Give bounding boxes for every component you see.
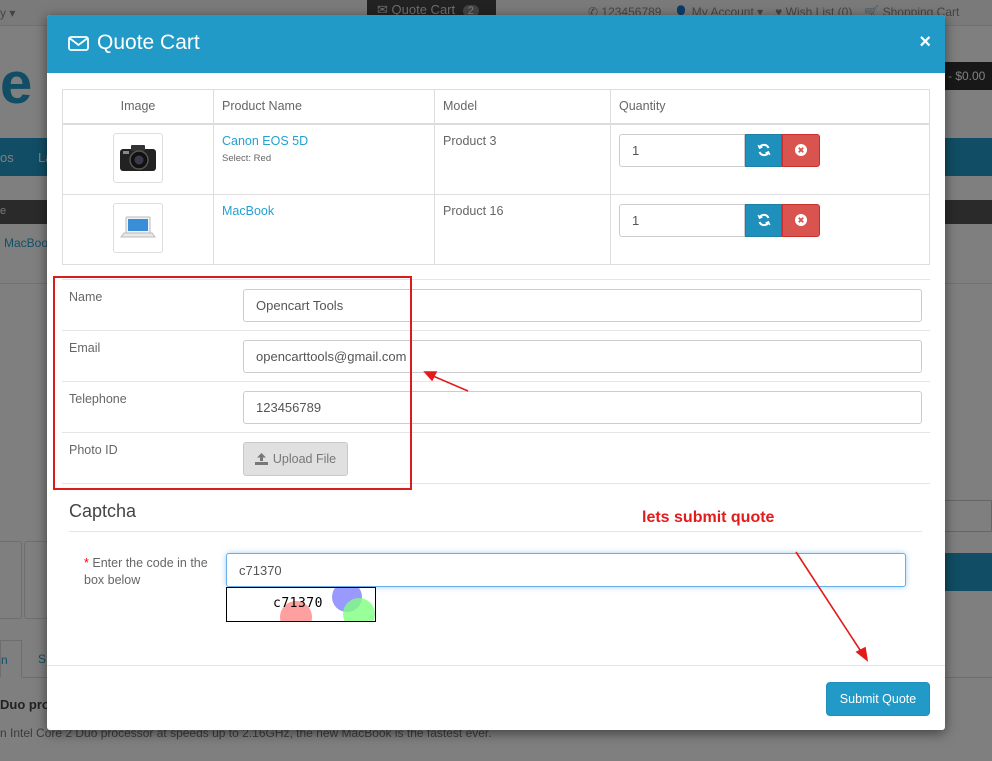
quote-cart-table: Image Product Name Model Quantity Canon … xyxy=(62,89,930,265)
quantity-cell: 1 xyxy=(610,193,930,265)
quantity-input[interactable]: 1 xyxy=(619,203,745,237)
quantity-group: 1 xyxy=(619,203,921,237)
product-link[interactable]: Canon EOS 5D xyxy=(222,134,308,148)
column-header-model: Model xyxy=(434,89,611,125)
column-header-quantity: Quantity xyxy=(610,89,930,125)
product-name-cell: MacBook xyxy=(213,193,435,265)
model-cell: Product 3 xyxy=(434,123,611,195)
remove-button[interactable] xyxy=(782,133,820,167)
close-button[interactable]: × xyxy=(919,32,931,52)
annotation-highlight-box xyxy=(53,276,412,490)
captcha-image: c71370 xyxy=(226,587,376,622)
product-image-cell xyxy=(62,123,214,195)
refresh-icon xyxy=(757,213,770,227)
quantity-cell: 1 xyxy=(610,123,930,195)
product-thumbnail[interactable] xyxy=(113,202,163,253)
refresh-icon xyxy=(757,143,770,157)
annotation-text: lets submit quote xyxy=(642,509,775,526)
times-circle-icon xyxy=(795,144,807,156)
product-option: Select: Red xyxy=(222,152,272,164)
quantity-group: 1 xyxy=(619,133,921,167)
captcha-label: * Enter the code in the box below xyxy=(84,556,208,587)
table-row: Canon EOS 5D Select: Red Product 3 1 xyxy=(62,123,930,195)
product-thumbnail[interactable] xyxy=(113,132,163,183)
camera-icon xyxy=(120,144,156,171)
laptop-icon xyxy=(120,216,156,237)
captcha-legend: Captcha xyxy=(69,501,137,521)
column-header-product-name: Product Name xyxy=(213,89,435,125)
envelope-icon xyxy=(68,35,89,51)
times-circle-icon xyxy=(795,214,807,226)
submit-quote-button[interactable]: Submit Quote xyxy=(826,682,930,716)
modal-header: Quote Cart × xyxy=(47,15,945,73)
update-button[interactable] xyxy=(745,203,782,237)
captcha-code: c71370 xyxy=(273,596,323,611)
product-image-cell xyxy=(62,193,214,265)
captcha-input[interactable]: c71370 xyxy=(226,553,906,587)
table-row: MacBook Product 16 1 xyxy=(62,193,930,265)
update-button[interactable] xyxy=(745,133,782,167)
column-header-image: Image xyxy=(62,89,214,125)
modal-footer: Submit Quote xyxy=(47,665,945,730)
remove-button[interactable] xyxy=(782,203,820,237)
required-mark: * xyxy=(84,556,89,570)
modal-title: Quote Cart xyxy=(68,31,200,55)
product-link[interactable]: MacBook xyxy=(222,204,274,218)
model-cell: Product 16 xyxy=(434,193,611,265)
product-name-cell: Canon EOS 5D Select: Red xyxy=(213,123,435,195)
table-header-row: Image Product Name Model Quantity xyxy=(62,89,930,125)
captcha-divider xyxy=(69,531,922,532)
quantity-input[interactable]: 1 xyxy=(619,133,745,167)
